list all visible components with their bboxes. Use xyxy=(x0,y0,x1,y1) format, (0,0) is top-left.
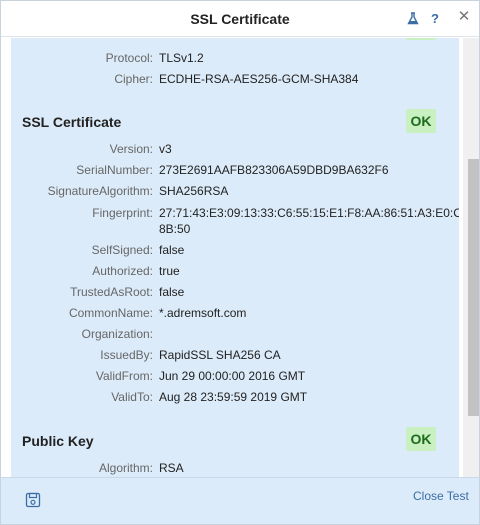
detail-label: Organization: xyxy=(81,327,153,341)
detail-label: Cipher: xyxy=(114,72,153,86)
detail-label: Authorized: xyxy=(92,264,153,278)
detail-value: RSA xyxy=(159,461,184,475)
detail-value: 273E2691AAFB823306A59DBD9BA632F6 xyxy=(159,163,389,177)
results-panel: Protocol: TLSv1.2 Cipher: ECDHE-RSA-AES2… xyxy=(11,38,459,477)
detail-value: 8B:50 xyxy=(159,222,191,236)
detail-label: TrustedAsRoot: xyxy=(70,285,153,299)
detail-label: Version: xyxy=(109,142,153,156)
detail-value: true xyxy=(159,264,180,278)
previous-status-badge xyxy=(406,38,436,40)
detail-value: Jun 29 00:00:00 2016 GMT xyxy=(159,369,306,383)
section-title-ssl-certificate: SSL Certificate xyxy=(22,114,122,130)
detail-value: SHA256RSA xyxy=(159,184,229,198)
detail-label: Algorithm: xyxy=(98,461,153,475)
detail-label: IssuedBy: xyxy=(100,348,153,362)
close-icon[interactable]: ✕ xyxy=(456,8,472,25)
detail-value: false xyxy=(159,285,185,299)
detail-value: RapidSSL SHA256 CA xyxy=(159,348,281,362)
detail-label: SignatureAlgorithm: xyxy=(47,184,153,198)
status-badge: OK xyxy=(406,109,436,133)
detail-value: 27:71:43:E3:09:13:33:C6:55:15:E1:F8:AA:8… xyxy=(159,206,459,220)
detail-value: *.adremsoft.com xyxy=(159,306,247,320)
detail-value: Aug 28 23:59:59 2019 GMT xyxy=(159,390,308,404)
flask-icon[interactable] xyxy=(405,10,421,26)
detail-value: false xyxy=(159,243,185,257)
detail-label: ValidTo: xyxy=(111,390,153,404)
detail-value: ECDHE-RSA-AES256-GCM-SHA384 xyxy=(159,72,359,86)
help-icon[interactable]: ? xyxy=(427,10,443,26)
detail-label: Fingerprint: xyxy=(92,206,153,220)
detail-label: Protocol: xyxy=(105,51,153,65)
detail-value: v3 xyxy=(159,142,172,156)
detail-label: ValidFrom: xyxy=(95,369,153,383)
close-test-button[interactable]: Close Test xyxy=(413,489,469,503)
save-icon[interactable] xyxy=(25,492,43,510)
title-bar: SSL Certificate ? ✕ xyxy=(1,1,479,37)
ssl-certificate-dialog: SSL Certificate ? ✕ Protocol: TLSv1.2 Ci… xyxy=(0,0,480,525)
status-badge: OK xyxy=(406,427,436,451)
dialog-footer: Close Test xyxy=(1,477,479,524)
detail-label: SelfSigned: xyxy=(91,243,153,257)
detail-label: CommonName: xyxy=(68,306,153,320)
detail-label: SerialNumber: xyxy=(76,163,153,177)
detail-value: TLSv1.2 xyxy=(159,51,204,65)
section-title-public-key: Public Key xyxy=(22,433,94,449)
scrollbar-thumb[interactable] xyxy=(468,159,479,416)
